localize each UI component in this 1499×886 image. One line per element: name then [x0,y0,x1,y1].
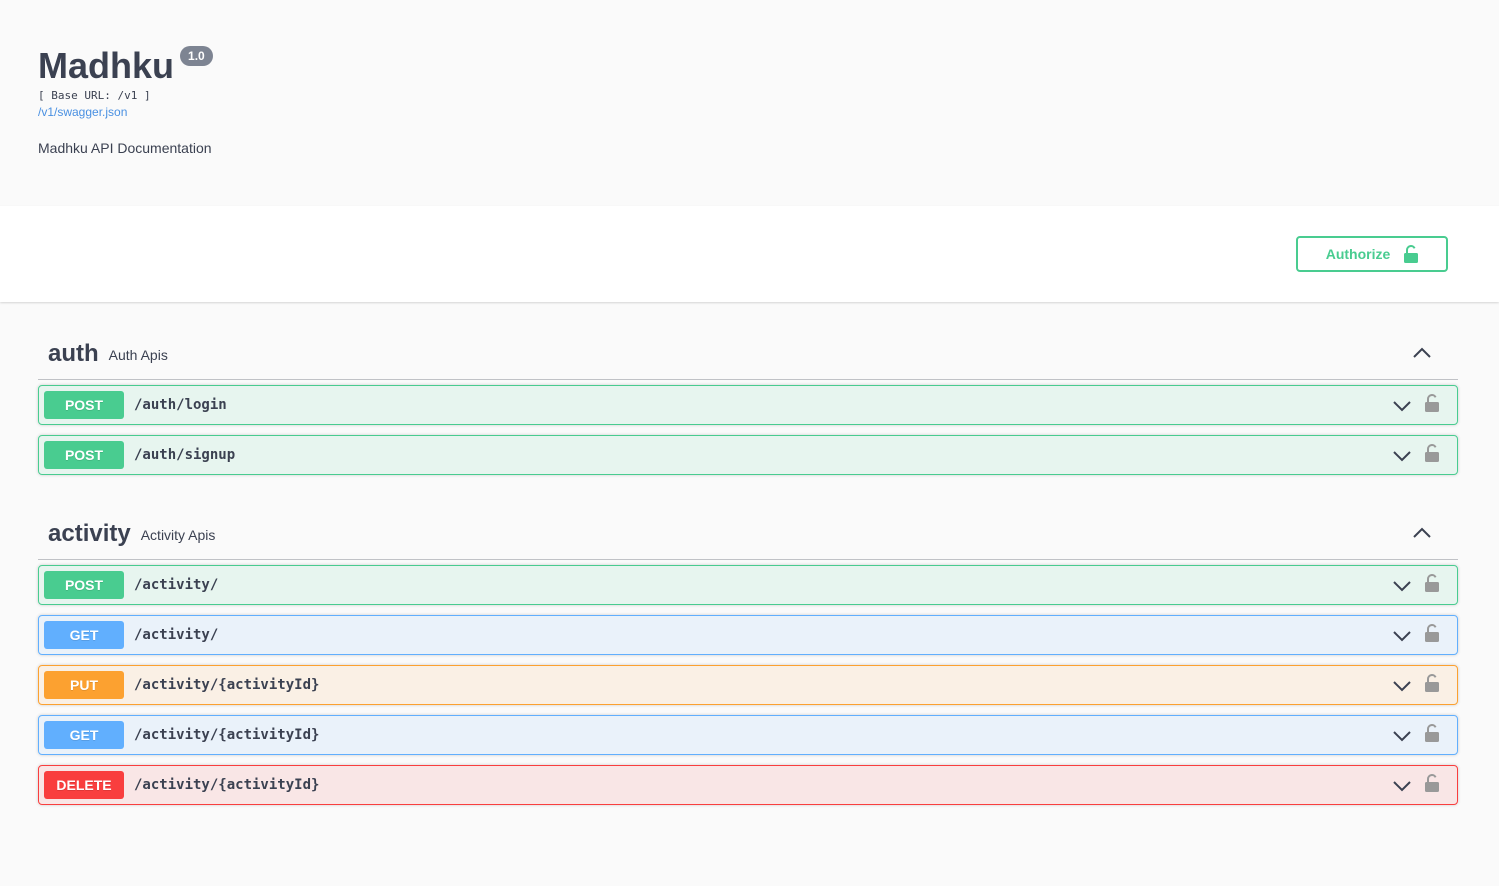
operation-path: /activity/{activityId} [134,727,320,743]
lock-icon[interactable] [1425,444,1439,462]
operation-path: /auth/signup [134,447,236,463]
operation-path: /activity/ [134,627,219,643]
chevron-down-icon[interactable] [1393,780,1411,792]
chevron-down-icon[interactable] [1393,400,1411,412]
api-title: Madhku [38,45,175,86]
tag-name: activity [48,519,131,547]
unlocked-lock-icon [1404,245,1419,263]
authorize-label: Authorize [1325,246,1391,262]
lock-icon[interactable] [1425,624,1439,642]
base-url: [ Base URL: /v1 ] [38,89,151,102]
chevron-down-icon[interactable] [1393,450,1411,462]
tag-description: Auth Apis [108,346,168,363]
chevron-down-icon[interactable] [1393,730,1411,742]
operation-path: /activity/ [134,577,219,593]
method-badge: DELETE [44,771,124,799]
chevron-up-icon[interactable] [1412,345,1432,359]
operation-get-activity-id[interactable]: GET /activity/{activityId} [38,715,1458,755]
swagger-json-link[interactable]: /v1/swagger.json [38,105,127,119]
operation-get-activity[interactable]: GET /activity/ [38,615,1458,655]
chevron-up-icon[interactable] [1412,525,1432,539]
lock-icon[interactable] [1425,394,1439,412]
title-row: Madhku 1.0 [38,44,213,88]
operation-post-activity[interactable]: POST /activity/ [38,565,1458,605]
chevron-down-icon[interactable] [1393,630,1411,642]
method-badge: GET [44,721,124,749]
tag-section-auth: auth Auth Apis POST /auth/login POST /au… [38,328,1458,485]
operation-delete-activity-id[interactable]: DELETE /activity/{activityId} [38,765,1458,805]
authorize-button[interactable]: Authorize [1296,236,1448,272]
chevron-down-icon[interactable] [1393,580,1411,592]
info-section: Madhku 1.0 [ Base URL: /v1 ] /v1/swagger… [38,0,1458,206]
lock-icon[interactable] [1425,774,1439,792]
tag-section-activity: activity Activity Apis POST /activity/ G… [38,508,1458,815]
method-badge: POST [44,441,124,469]
operation-post-auth-signup[interactable]: POST /auth/signup [38,435,1458,475]
operation-path: /auth/login [134,397,227,413]
chevron-down-icon[interactable] [1393,680,1411,692]
tag-header-activity[interactable]: activity Activity Apis [38,508,1458,560]
method-badge: POST [44,391,124,419]
tag-description: Activity Apis [140,526,216,543]
operation-path: /activity/{activityId} [134,677,320,693]
api-description: Madhku API Documentation [38,140,212,156]
lock-icon[interactable] [1425,724,1439,742]
method-badge: GET [44,621,124,649]
tag-name: auth [48,339,99,367]
method-badge: POST [44,571,124,599]
operation-post-auth-login[interactable]: POST /auth/login [38,385,1458,425]
scheme-container: Authorize [0,206,1499,302]
lock-icon[interactable] [1425,574,1439,592]
lock-icon[interactable] [1425,674,1439,692]
tag-header-auth[interactable]: auth Auth Apis [38,328,1458,380]
version-badge: 1.0 [180,46,213,66]
method-badge: PUT [44,671,124,699]
operation-put-activity-id[interactable]: PUT /activity/{activityId} [38,665,1458,705]
operation-path: /activity/{activityId} [134,777,320,793]
